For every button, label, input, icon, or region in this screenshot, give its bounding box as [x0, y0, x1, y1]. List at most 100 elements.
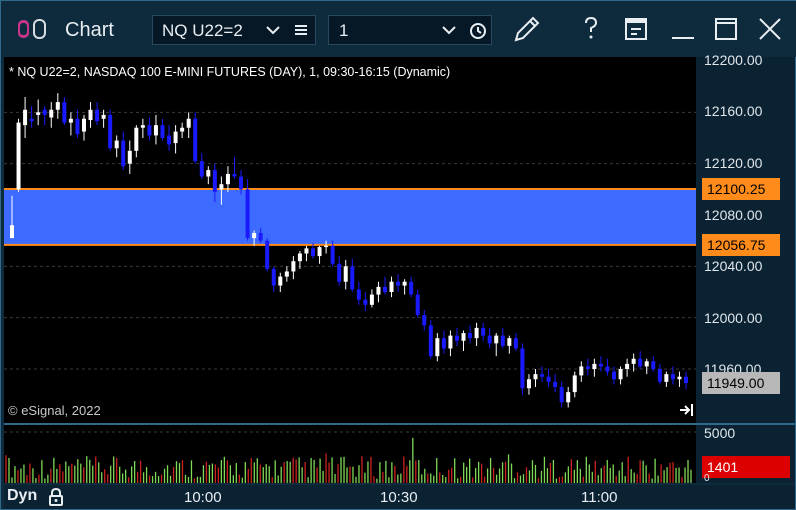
price-axis[interactable]: 12200.00 12160.00 12120.00 12080.00 1204… [696, 52, 795, 423]
candle-body [121, 140, 126, 167]
symbol-input[interactable]: NQ U22=2 [152, 15, 316, 45]
candle-body [29, 118, 34, 122]
candle-body [147, 125, 152, 136]
candle-body [127, 150, 132, 164]
menu-icon[interactable] [294, 22, 308, 38]
chart-app-icon [18, 19, 46, 39]
candle-body [42, 109, 47, 115]
candle-body [114, 140, 119, 149]
price-chart-canvas[interactable] [4, 57, 696, 423]
interval-input[interactable]: 1 [328, 15, 492, 45]
candle-body [618, 369, 623, 380]
candle-body [62, 102, 67, 123]
candle-body [297, 253, 302, 262]
candle-body [49, 109, 54, 118]
candle-body [134, 127, 139, 151]
candle-body [428, 325, 433, 357]
price-chart[interactable]: * NQ U22=2, NASDAQ 100 E-MINI FUTURES (D… [4, 57, 696, 423]
candle-body [23, 109, 28, 126]
volume-axis[interactable]: 5000 1401 0 [696, 425, 795, 484]
candle-body [245, 189, 250, 239]
pencil-icon[interactable] [511, 13, 543, 45]
candle-body [258, 232, 263, 241]
candle-body [284, 271, 289, 277]
volume-chart-canvas[interactable] [4, 425, 696, 483]
time-tick: 10:00 [184, 489, 222, 506]
candle-body [363, 299, 368, 305]
candle-body [36, 112, 41, 115]
candle-body [389, 281, 394, 292]
candle-body [180, 127, 185, 132]
candle-body [232, 173, 237, 177]
candle-body [435, 338, 440, 357]
candle-body [396, 281, 401, 286]
candle-body [330, 245, 335, 264]
minimize-icon[interactable] [667, 13, 699, 45]
volume-label: 1401 [702, 456, 790, 478]
candle-body [448, 335, 453, 349]
candle-body [369, 294, 374, 305]
page-icon[interactable] [620, 13, 652, 45]
candle-body [173, 131, 178, 144]
candle-body [612, 371, 617, 380]
candle-body [546, 376, 551, 382]
close-icon[interactable] [754, 13, 786, 45]
chevron-down-icon[interactable] [441, 23, 457, 37]
candle-body [579, 366, 584, 376]
candle-body [140, 125, 145, 128]
candle-body [402, 281, 407, 286]
candle-body [55, 102, 60, 110]
lock-icon[interactable] [46, 487, 66, 507]
candle-body [271, 268, 276, 286]
time-axis[interactable]: Dyn 10:00 10:30 11:00 [4, 485, 795, 509]
candle-body [75, 118, 80, 135]
dynamic-mode-label[interactable]: Dyn [7, 487, 37, 505]
time-tick: 10:30 [380, 489, 418, 506]
candle-body [422, 315, 427, 326]
candle-body [382, 286, 387, 292]
candle-body [343, 266, 348, 282]
chart-header: * NQ U22=2, NASDAQ 100 E-MINI FUTURES (D… [9, 65, 451, 79]
candle-body [225, 173, 230, 185]
candle-body [461, 333, 466, 341]
candle-body [239, 176, 244, 190]
candle-body [304, 248, 309, 254]
candle-body [651, 361, 656, 369]
candle-body [559, 386, 564, 403]
candle-body [553, 381, 558, 387]
candle-body [291, 261, 296, 272]
scroll-to-end-icon[interactable] [679, 403, 695, 417]
candle-body [441, 338, 446, 349]
candle-body [468, 333, 473, 339]
candle-body [598, 363, 603, 367]
volume-tick-zero: 0 [704, 473, 710, 484]
candle-body [540, 374, 545, 377]
chart-window: Chart NQ U22=2 1 * NQ U22=2, NASDAQ 100 … [0, 0, 796, 510]
price-tick: 12080.00 [704, 207, 763, 223]
candle-body [605, 366, 610, 372]
candle-body [356, 289, 361, 300]
candle-body [153, 125, 158, 136]
window-title: Chart [65, 19, 114, 41]
help-icon[interactable] [575, 13, 607, 45]
candle-body [324, 245, 329, 248]
candle-body [474, 327, 479, 339]
interval-value: 1 [339, 21, 349, 40]
candle-body [16, 122, 21, 190]
chevron-down-icon[interactable] [265, 23, 281, 37]
candle-body [10, 225, 14, 239]
candle-body [585, 366, 590, 369]
title-bar: Chart NQ U22=2 1 [1, 1, 796, 57]
price-tick: 12160.00 [704, 103, 763, 119]
candle-body [415, 294, 420, 316]
clock-icon[interactable] [469, 22, 487, 40]
candle-body [212, 170, 217, 192]
candle-body [317, 247, 322, 257]
lower-line-price-label: 12056.75 [702, 234, 780, 256]
candle-body [625, 363, 630, 369]
candle-body [206, 170, 211, 177]
maximize-icon[interactable] [710, 13, 742, 45]
candle-body [252, 232, 257, 239]
candle-body [454, 335, 459, 341]
volume-chart[interactable] [4, 425, 696, 483]
